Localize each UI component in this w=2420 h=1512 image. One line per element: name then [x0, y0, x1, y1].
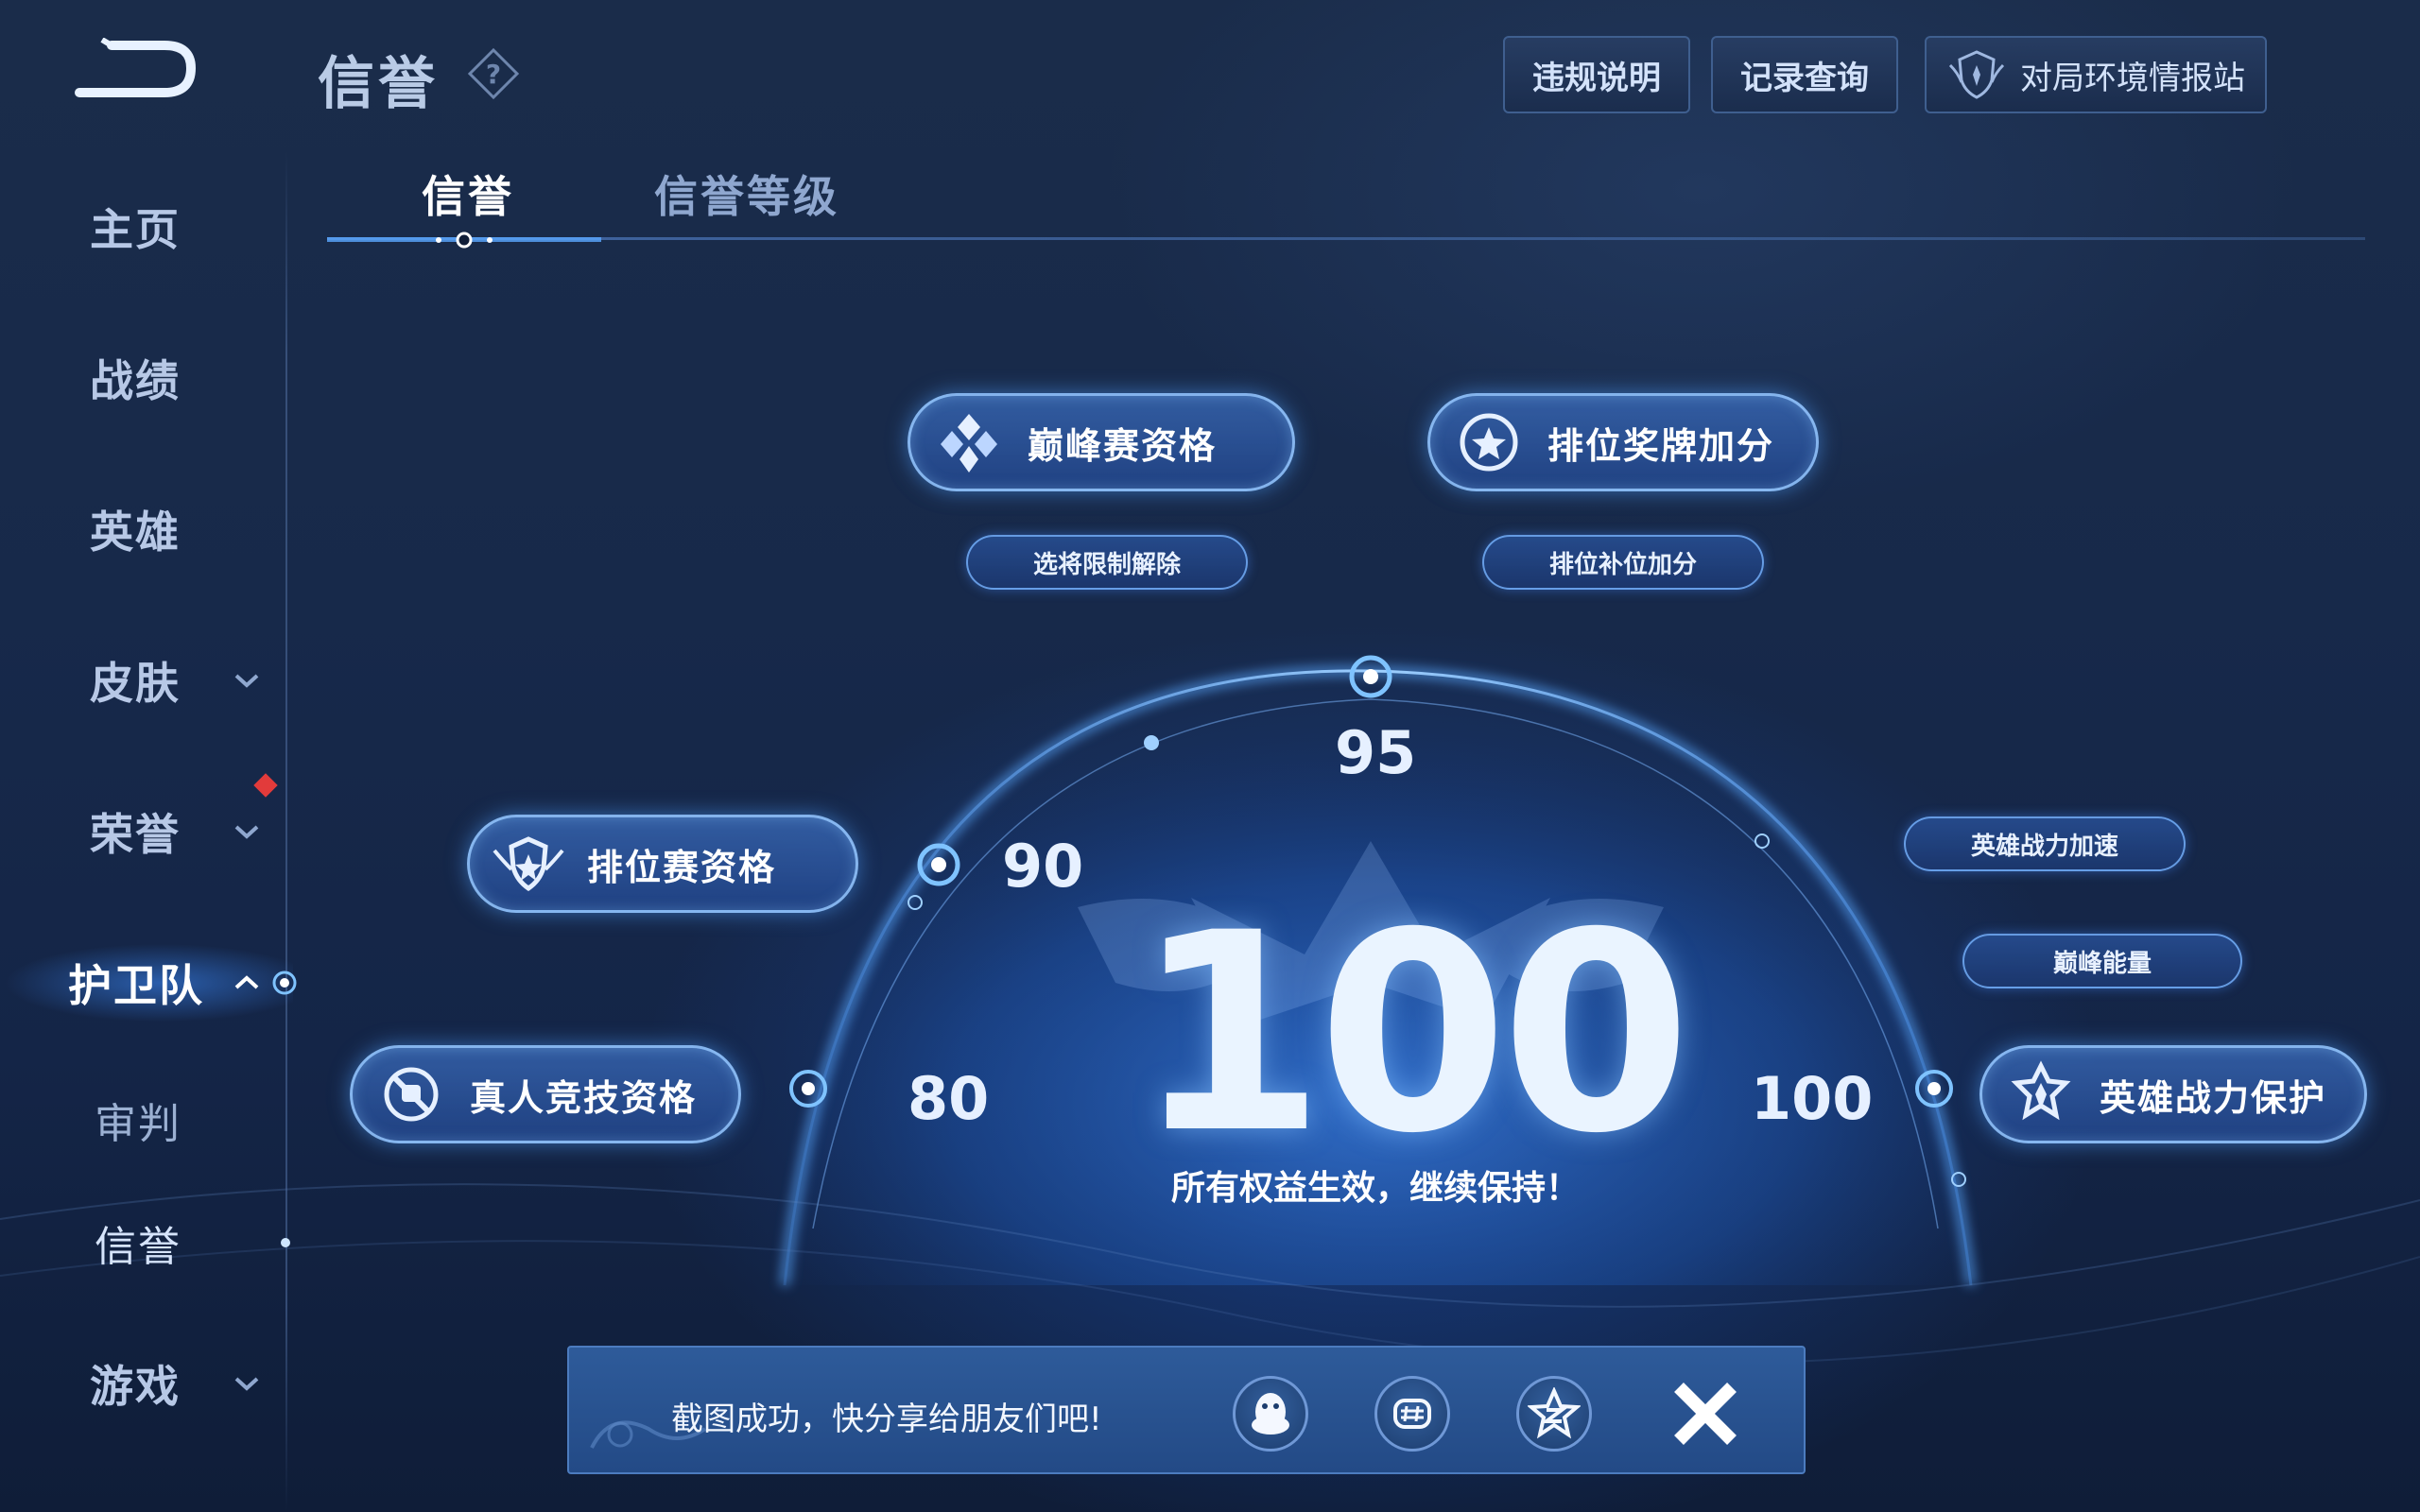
- no-bot-icon: [384, 1067, 439, 1122]
- qzone-icon: [1528, 1387, 1581, 1439]
- rank-medal-label: 排位奖牌加分: [1547, 424, 1775, 467]
- tab-underline: [327, 237, 2365, 240]
- credit-status-text: 所有权益生效，继续保持！: [1170, 1169, 1580, 1208]
- sidebar-divider: [285, 151, 287, 1512]
- credit-score-value: 100: [1134, 875, 1691, 1194]
- help-icon[interactable]: ?: [467, 47, 520, 100]
- screenshot-share-toast: 截图成功，快分享给朋友们吧!: [567, 1346, 1806, 1474]
- winged-shield-icon: [493, 836, 564, 892]
- sidebar-item-label: 英雄: [90, 507, 181, 558]
- sidebar-item-label: 皮肤: [90, 658, 181, 709]
- sidebar-item-label: 战绩: [90, 355, 181, 406]
- violation-info-label: 违规说明: [1532, 59, 1661, 97]
- share-qzone-button[interactable]: [1516, 1376, 1592, 1452]
- report-station-label: 对局环境情报站: [2020, 59, 2245, 97]
- violation-info-button[interactable]: 违规说明: [1503, 36, 1690, 113]
- credit-screen: 信誉 ? 违规说明 记录查询 对局环境情报站 信誉 信誉等级 主页 战绩 英雄 …: [0, 0, 2420, 1512]
- star-medal-icon: [1460, 413, 1518, 472]
- real-player-pill[interactable]: 真人竞技资格: [350, 1045, 741, 1143]
- sidebar-item-game[interactable]: 游戏: [0, 1336, 284, 1431]
- peak-match-pill[interactable]: 巅峰赛资格: [908, 393, 1295, 491]
- chevron-down-icon: [234, 825, 259, 839]
- threshold-90-label: 90: [1002, 832, 1084, 901]
- hero-pick-unlock-tag: 选将限制解除: [966, 535, 1248, 590]
- page-title: 信誉: [318, 51, 439, 117]
- ranked-match-pill[interactable]: 排位赛资格: [467, 815, 858, 913]
- wechat-moments-icon: [1393, 1399, 1431, 1429]
- active-node-icon: [272, 971, 297, 995]
- selected-dot-icon: [281, 1238, 290, 1247]
- close-icon[interactable]: [1666, 1374, 1745, 1453]
- tab-credit-level[interactable]: 信誉等级: [654, 163, 839, 225]
- threshold-80-label: 80: [908, 1064, 990, 1133]
- sidebar-item-credit[interactable]: 信誉: [0, 1195, 290, 1290]
- sidebar-item-label: 荣誉: [90, 809, 181, 860]
- hero-power-boost-tag: 英雄战力加速: [1904, 816, 2186, 871]
- real-player-label: 真人竞技资格: [470, 1076, 698, 1119]
- chevron-down-icon: [234, 674, 259, 688]
- qq-icon: [1252, 1393, 1289, 1435]
- credit-dome: [0, 655, 2420, 1365]
- record-query-label: 记录查询: [1740, 59, 1869, 97]
- sidebar-item-home[interactable]: 主页: [0, 180, 284, 274]
- tab-active-indicator: [327, 232, 601, 249]
- sidebar-item-skins[interactable]: 皮肤: [0, 633, 284, 728]
- record-query-button[interactable]: 记录查询: [1711, 36, 1898, 113]
- back-arrow-icon: [75, 37, 197, 97]
- sidebar-item-label: 信誉: [95, 1223, 182, 1271]
- sidebar-item-label: 审判: [95, 1100, 182, 1148]
- ranked-match-label: 排位赛资格: [587, 846, 777, 888]
- hero-power-protect-pill[interactable]: 英雄战力保护: [1979, 1045, 2367, 1143]
- share-wechat-moments-button[interactable]: [1374, 1376, 1450, 1452]
- sidebar-item-judgement[interactable]: 审判: [0, 1073, 284, 1167]
- tab-credit[interactable]: 信誉: [422, 163, 514, 225]
- peak-match-label: 巅峰赛资格: [1028, 424, 1218, 467]
- sidebar-item-heroes[interactable]: 英雄: [0, 482, 284, 576]
- sidebar-item-label: 主页: [90, 204, 181, 255]
- chevron-up-icon: [234, 975, 259, 989]
- sidebar-item-guard-team[interactable]: 护卫队: [0, 936, 297, 1030]
- report-station-button[interactable]: 对局环境情报站: [1925, 36, 2267, 113]
- share-qq-button[interactable]: [1233, 1376, 1308, 1452]
- threshold-95-label: 95: [1335, 718, 1417, 787]
- sidebar-item-records[interactable]: 战绩: [0, 331, 284, 425]
- rank-fill-bonus-tag: 排位补位加分: [1482, 535, 1764, 590]
- svg-text:?: ?: [486, 59, 501, 90]
- peak-energy-tag: 巅峰能量: [1962, 934, 2242, 988]
- toast-message: 截图成功，快分享给朋友们吧!: [671, 1400, 1102, 1438]
- diamond-cluster-icon: [941, 414, 997, 472]
- shield-wings-icon: [1948, 50, 2005, 99]
- sidebar-item-label: 护卫队: [68, 960, 204, 1011]
- rank-medal-pill[interactable]: 排位奖牌加分: [1427, 393, 1819, 491]
- hero-shield-icon: [2011, 1060, 2071, 1121]
- threshold-100-label: 100: [1751, 1064, 1874, 1133]
- back-button[interactable]: [74, 37, 197, 104]
- hero-power-protect-label: 英雄战力保护: [2100, 1076, 2327, 1119]
- sidebar-item-honor[interactable]: 荣誉: [0, 784, 284, 879]
- sidebar-item-label: 游戏: [90, 1361, 181, 1412]
- chevron-down-icon: [234, 1377, 259, 1391]
